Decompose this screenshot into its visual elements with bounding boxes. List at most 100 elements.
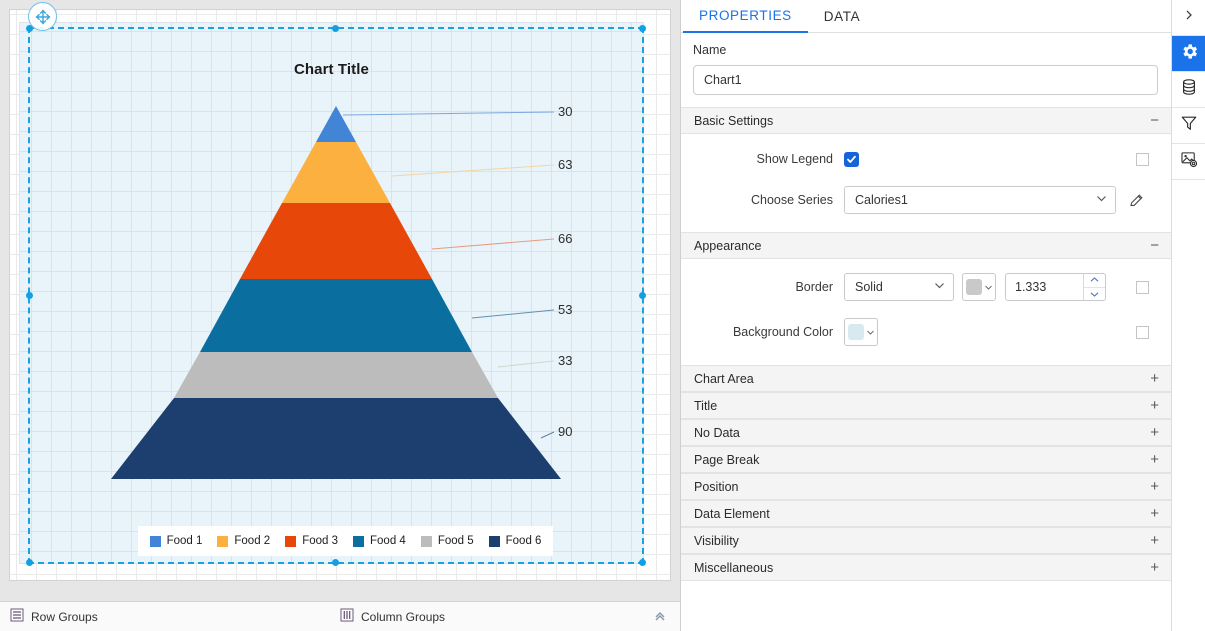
expand-icon[interactable]: +	[1150, 560, 1159, 575]
panel-tabs: PROPERTIES DATA	[681, 0, 1171, 33]
choose-series-value: Calories1	[855, 193, 908, 207]
rail-button-data[interactable]	[1172, 72, 1205, 108]
section-header-title[interactable]: Title +	[681, 392, 1171, 419]
row-border: Border Solid 1.333	[681, 265, 1171, 309]
name-field-label: Name	[693, 43, 727, 57]
choose-series-select[interactable]: Calories1	[844, 186, 1116, 214]
legend-label: Food 5	[437, 535, 474, 547]
rail-empty-area	[1172, 180, 1205, 631]
column-groups-icon	[340, 608, 354, 625]
data-label-1: 30	[558, 104, 573, 119]
chart-legend[interactable]: Food 1 Food 2 Food 3 Food 4 Food 5 Food …	[138, 526, 553, 556]
expand-icon[interactable]: +	[1150, 506, 1159, 521]
section-body-appearance: Border Solid 1.333 Background Color	[681, 259, 1171, 365]
section-title: Title	[694, 398, 718, 413]
legend-item: Food 4	[353, 535, 406, 547]
expand-icon[interactable]: +	[1150, 425, 1159, 440]
stepper-down-icon[interactable]	[1084, 288, 1105, 301]
background-color-picker[interactable]	[844, 318, 878, 346]
pyramid-segment-3	[240, 203, 432, 279]
column-groups-label: Column Groups	[361, 609, 446, 624]
data-label-2: 63	[558, 157, 573, 172]
row-background-color: Background Color	[681, 309, 1171, 355]
background-color-expression-checkbox[interactable]	[1136, 325, 1149, 339]
row-show-legend: Show Legend	[681, 140, 1171, 178]
legend-swatch-icon	[217, 535, 229, 547]
legend-swatch-icon	[285, 535, 297, 547]
pencil-icon[interactable]	[1128, 192, 1145, 209]
rail-button-filter[interactable]	[1172, 108, 1205, 144]
legend-swatch-icon	[420, 535, 432, 547]
grouping-bar: Row Groups Column Groups	[0, 601, 680, 631]
section-title: Basic Settings	[694, 113, 774, 128]
chevron-double-up-icon[interactable]	[653, 609, 667, 625]
background-color-label: Background Color	[732, 325, 833, 339]
tab-data[interactable]: DATA	[808, 9, 876, 32]
section-header-visibility[interactable]: Visibility +	[681, 527, 1171, 554]
section-header-basic-settings[interactable]: Basic Settings −	[681, 107, 1171, 134]
column-groups-pane[interactable]: Column Groups	[340, 608, 445, 625]
rail-button-properties[interactable]	[1172, 36, 1205, 72]
row-groups-icon	[10, 608, 24, 625]
legend-label: Food 4	[370, 535, 406, 547]
legend-item: Food 1	[149, 535, 203, 547]
legend-label: Food 3	[302, 535, 338, 547]
pyramid-chart[interactable]	[20, 23, 644, 564]
legend-item: Food 3	[285, 535, 338, 547]
expand-icon[interactable]: +	[1150, 398, 1159, 413]
section-header-page-break[interactable]: Page Break +	[681, 446, 1171, 473]
border-width-stepper[interactable]: 1.333	[1005, 273, 1106, 301]
legend-label: Food 1	[166, 535, 203, 547]
expand-icon[interactable]: +	[1150, 452, 1159, 467]
report-designer-canvas[interactable]: Chart Title 30 63 66 53 33 90 Food 1 Foo…	[0, 0, 681, 631]
legend-swatch-icon	[353, 535, 364, 547]
design-surface[interactable]: Chart Title 30 63 66 53 33 90 Food 1 Foo…	[9, 9, 671, 581]
section-title: Position	[694, 479, 739, 494]
section-header-chart-area[interactable]: Chart Area +	[681, 365, 1171, 392]
row-groups-label: Row Groups	[31, 609, 98, 624]
chart-report-item[interactable]: Chart Title 30 63 66 53 33 90 Food 1 Foo…	[19, 22, 644, 564]
tab-properties[interactable]: PROPERTIES	[683, 8, 808, 33]
stepper-up-icon[interactable]	[1084, 274, 1105, 288]
section-body-basic-settings: Show Legend Choose Series Calories1	[681, 134, 1171, 232]
collapse-icon[interactable]: −	[1150, 238, 1159, 253]
legend-item: Food 2	[217, 535, 270, 547]
pyramid-segment-2	[282, 142, 390, 203]
show-legend-expression-checkbox[interactable]	[1136, 152, 1149, 166]
legend-swatch-icon	[149, 535, 161, 547]
section-title: Miscellaneous	[694, 560, 774, 575]
name-input[interactable]	[693, 65, 1158, 95]
section-header-no-data[interactable]: No Data +	[681, 419, 1171, 446]
legend-item: Food 5	[420, 535, 474, 547]
border-color-picker[interactable]	[962, 273, 996, 301]
data-label-4: 53	[558, 302, 573, 317]
background-color-swatch	[847, 324, 864, 340]
callout-line-1	[342, 111, 555, 116]
border-style-select[interactable]: Solid	[844, 273, 954, 301]
show-legend-checkbox[interactable]	[844, 151, 859, 167]
expand-icon[interactable]: +	[1150, 479, 1159, 494]
section-header-position[interactable]: Position +	[681, 473, 1171, 500]
expand-icon[interactable]: +	[1150, 371, 1159, 386]
section-header-miscellaneous[interactable]: Miscellaneous +	[681, 554, 1171, 581]
border-expression-checkbox[interactable]	[1136, 280, 1149, 294]
border-style-value: Solid	[855, 280, 883, 294]
move-cross-icon[interactable]	[28, 2, 57, 31]
data-label-5: 33	[558, 353, 573, 368]
section-title: No Data	[694, 425, 740, 440]
callout-line-5	[497, 360, 555, 368]
rail-button-image-settings[interactable]	[1172, 144, 1205, 180]
section-title: Data Element	[694, 506, 770, 521]
legend-label: Food 2	[234, 535, 271, 547]
callout-line-6	[540, 431, 555, 439]
image-settings-icon	[1180, 150, 1198, 173]
row-choose-series: Choose Series Calories1	[681, 178, 1171, 222]
rail-collapse-button[interactable]	[1172, 0, 1205, 36]
section-header-appearance[interactable]: Appearance −	[681, 232, 1171, 259]
panel-icon-rail	[1171, 0, 1205, 631]
row-groups-pane[interactable]: Row Groups	[10, 608, 340, 625]
expand-icon[interactable]: +	[1150, 533, 1159, 548]
collapse-icon[interactable]: −	[1150, 113, 1159, 128]
section-header-data-element[interactable]: Data Element +	[681, 500, 1171, 527]
gear-icon	[1180, 42, 1199, 66]
